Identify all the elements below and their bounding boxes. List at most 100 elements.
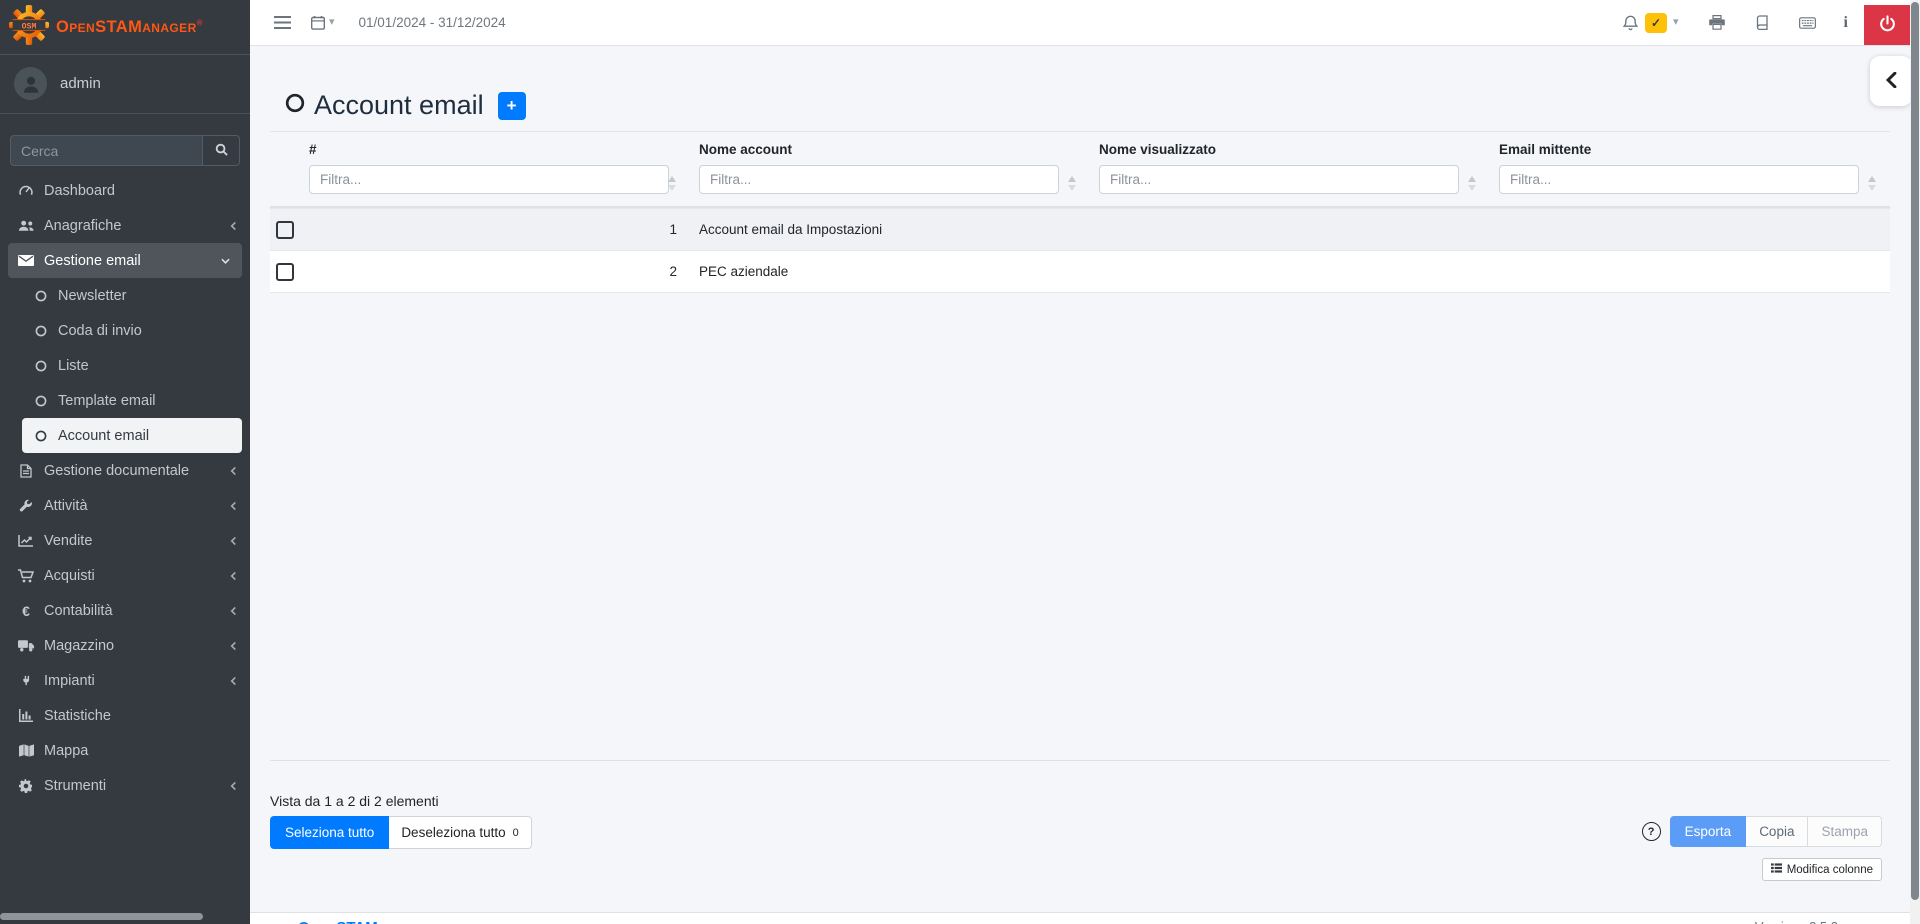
table-list-icon xyxy=(1771,863,1782,876)
users-icon xyxy=(16,219,36,233)
chevron-left-icon xyxy=(229,221,238,230)
vertical-scrollbar[interactable] xyxy=(1910,0,1920,924)
sidebar-item-strumenti[interactable]: Strumenti xyxy=(0,768,250,803)
sidebar-item-impianti[interactable]: Impianti xyxy=(0,663,250,698)
sidebar-item-gestione-documentale[interactable]: Gestione documentale xyxy=(0,453,250,488)
search-button[interactable] xyxy=(202,135,240,166)
svg-text:OSM: OSM xyxy=(22,22,37,31)
column-header-nome-account[interactable]: Nome account xyxy=(690,142,1090,194)
chevron-left-icon xyxy=(229,501,238,510)
sidebar-item-mappa[interactable]: Mappa xyxy=(0,733,250,768)
sidebar: OSM OpenSTAManager® admin xyxy=(0,0,250,924)
chevron-left-icon xyxy=(229,606,238,615)
circle-icon xyxy=(34,290,48,302)
filter-input-nome-account[interactable] xyxy=(699,165,1059,194)
footer: OpenSTAManager Versione 2.5.2 xyxy=(250,912,1910,924)
caret-down-icon: ▾ xyxy=(329,17,335,28)
sidebar-item-magazzino[interactable]: Magazzino xyxy=(0,628,250,663)
sort-icon[interactable] xyxy=(1068,176,1076,191)
sidebar-menu: Dashboard Anagrafiche Gestione email xyxy=(0,166,250,803)
status-check-badge[interactable]: ✓ xyxy=(1645,13,1667,33)
filter-input-nome-visualizzato[interactable] xyxy=(1099,165,1459,194)
cell-nome-account: PEC aziendale xyxy=(690,264,1090,279)
user-name: admin xyxy=(60,75,101,92)
app-logo[interactable]: OSM OpenSTAManager® xyxy=(0,0,250,55)
column-header-id[interactable]: # xyxy=(300,142,690,194)
sidebar-item-contabilita[interactable]: € Contabilità xyxy=(0,593,250,628)
chevron-left-icon xyxy=(229,641,238,650)
printer-icon[interactable] xyxy=(1709,15,1725,30)
sidebar-item-anagrafiche[interactable]: Anagrafiche xyxy=(0,208,250,243)
sidebar-item-gestione-email[interactable]: Gestione email xyxy=(8,243,242,278)
caret-down-icon[interactable]: ▾ xyxy=(1673,17,1679,28)
sidebar-item-acquisti[interactable]: Acquisti xyxy=(0,558,250,593)
power-icon xyxy=(1878,14,1897,36)
calendar-picker[interactable]: ▾ xyxy=(311,16,335,30)
truck-icon xyxy=(16,639,36,652)
cell-id: 2 xyxy=(300,264,690,279)
cart-icon xyxy=(16,569,36,583)
map-icon xyxy=(16,744,36,757)
sidebar-item-attivita[interactable]: Attività xyxy=(0,488,250,523)
export-button[interactable]: Esporta xyxy=(1670,816,1747,847)
page-title: Account email xyxy=(314,90,484,121)
deselect-all-button[interactable]: Deseleziona tutto 0 xyxy=(389,816,531,849)
sidebar-item-dashboard[interactable]: Dashboard xyxy=(0,173,250,208)
sidebar-item-vendite[interactable]: Vendite xyxy=(0,523,250,558)
export-actions: ? Esporta Copia Stampa xyxy=(1642,816,1882,847)
select-all-button[interactable]: Seleziona tutto xyxy=(270,816,389,849)
sidebar-horizontal-scrollbar[interactable] xyxy=(0,913,203,920)
user-panel[interactable]: admin xyxy=(0,55,250,114)
registered-mark: ® xyxy=(197,18,203,27)
column-header-email-mittente[interactable]: Email mittente xyxy=(1490,142,1890,194)
search-input[interactable] xyxy=(10,135,202,166)
side-panel-toggle-button[interactable] xyxy=(1870,56,1912,106)
deselect-count: 0 xyxy=(513,827,519,839)
chevron-left-icon xyxy=(229,676,238,685)
sidebar-item-template-email[interactable]: Template email xyxy=(0,383,250,418)
filter-input-id[interactable] xyxy=(309,165,669,194)
records-table: # Nome account Nome visualizzato Email m… xyxy=(270,131,1890,761)
keyboard-icon[interactable] xyxy=(1799,17,1816,29)
wrench-icon xyxy=(16,499,36,513)
chart-bar-icon xyxy=(16,709,36,722)
footer-version: Versione 2.5.2 xyxy=(1755,919,1838,924)
sidebar-item-liste[interactable]: Liste xyxy=(0,348,250,383)
sort-icon[interactable] xyxy=(1868,176,1876,191)
sidebar-item-statistiche[interactable]: Statistiche xyxy=(0,698,250,733)
vertical-scrollbar-thumb[interactable] xyxy=(1911,2,1919,900)
row-checkbox[interactable] xyxy=(276,221,294,239)
table-header: # Nome account Nome visualizzato Email m… xyxy=(270,132,1890,208)
circle-icon xyxy=(34,395,48,407)
date-range[interactable]: 01/01/2024 - 31/12/2024 xyxy=(359,15,506,30)
cell-id: 1 xyxy=(300,222,690,237)
circle-icon xyxy=(34,430,48,442)
chart-line-icon xyxy=(16,534,36,547)
bell-icon[interactable] xyxy=(1623,15,1638,31)
sort-icon[interactable] xyxy=(1468,176,1476,191)
table-row[interactable]: 1 Account email da Impostazioni xyxy=(270,208,1890,250)
hamburger-menu-icon[interactable] xyxy=(274,16,291,29)
circle-icon xyxy=(34,360,48,372)
column-header-nome-visualizzato[interactable]: Nome visualizzato xyxy=(1090,142,1490,194)
table-row[interactable]: 2 PEC aziendale xyxy=(270,250,1890,293)
filter-input-email-mittente[interactable] xyxy=(1499,165,1859,194)
print-button[interactable]: Stampa xyxy=(1808,816,1882,847)
sidebar-item-newsletter[interactable]: Newsletter xyxy=(0,278,250,313)
copy-button[interactable]: Copia xyxy=(1746,816,1808,847)
topbar: ▾ 01/01/2024 - 31/12/2024 ✓ ▾ xyxy=(250,0,1910,46)
book-icon[interactable] xyxy=(1755,15,1769,30)
sidebar-search xyxy=(0,114,250,166)
sort-icon[interactable] xyxy=(668,176,676,191)
avatar xyxy=(14,67,47,100)
row-checkbox[interactable] xyxy=(276,263,294,281)
info-icon[interactable]: i xyxy=(1844,15,1848,31)
footer-brand-link[interactable]: OpenSTAManager xyxy=(298,919,427,924)
document-icon xyxy=(16,464,36,478)
edit-columns-button[interactable]: Modifica colonne xyxy=(1762,858,1882,881)
sidebar-item-coda-di-invio[interactable]: Coda di invio xyxy=(0,313,250,348)
logout-power-button[interactable] xyxy=(1864,5,1910,45)
help-icon[interactable]: ? xyxy=(1642,822,1661,841)
sidebar-item-account-email[interactable]: Account email xyxy=(22,418,242,453)
add-record-button[interactable]: + xyxy=(498,92,526,120)
